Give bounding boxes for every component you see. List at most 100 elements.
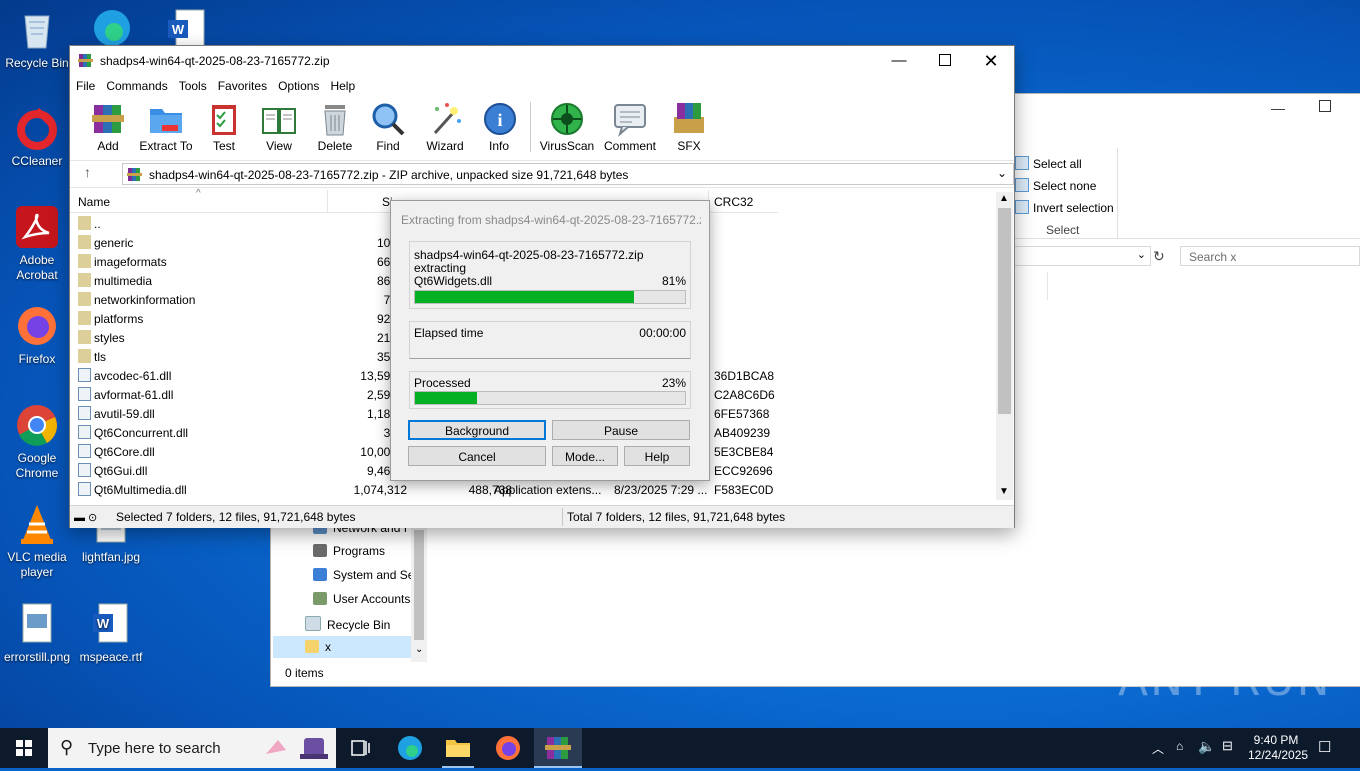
scrollbar-thumb[interactable] xyxy=(998,208,1011,414)
task-view-button[interactable] xyxy=(336,728,384,768)
invert-selection-button[interactable]: Invert selection xyxy=(1015,200,1114,215)
scroll-up-icon[interactable]: ▲ xyxy=(999,193,1009,204)
column-name[interactable]: Name xyxy=(78,195,110,209)
taskbar-edge[interactable] xyxy=(386,728,434,768)
ribbon-bottom-border xyxy=(1011,238,1360,239)
folder-icon xyxy=(78,311,91,325)
menu-help[interactable]: Help xyxy=(324,76,360,93)
magnifier-icon xyxy=(370,101,406,137)
dll-file-icon xyxy=(78,368,91,382)
select-none-button[interactable]: Select none xyxy=(1015,178,1096,193)
scroll-down-icon[interactable]: ⌄ xyxy=(415,644,423,655)
file-list-scrollbar[interactable]: ▲ ▼ xyxy=(996,192,1013,500)
menu-tools[interactable]: Tools xyxy=(173,76,212,93)
nav-user-accounts[interactable]: User Accounts xyxy=(313,592,410,606)
column-divider xyxy=(327,190,328,212)
add-button[interactable]: Add xyxy=(88,101,128,153)
sort-ascending-icon: ^ xyxy=(196,188,201,199)
close-button[interactable]: ✕ xyxy=(968,46,1014,76)
nav-scrollbar[interactable]: ⌄ xyxy=(411,526,427,662)
dll-file-icon xyxy=(78,482,91,496)
test-button[interactable]: Test xyxy=(206,101,242,153)
folder-icon xyxy=(78,235,91,249)
info-icon: i xyxy=(482,101,518,137)
menu-commands[interactable]: Commands xyxy=(100,76,172,93)
taskbar-firefox[interactable] xyxy=(484,728,532,768)
notifications-icon[interactable]: ☐ xyxy=(1318,738,1331,756)
nav-selected-highlight xyxy=(273,636,411,658)
winrar-icon xyxy=(545,737,571,759)
background-button[interactable]: Background xyxy=(408,420,546,440)
up-arrow-icon[interactable]: ↑ xyxy=(84,164,91,180)
menu-options[interactable]: Options xyxy=(272,76,324,93)
menu-favorites[interactable]: Favorites xyxy=(212,76,272,93)
word-desktop-icon[interactable]: W xyxy=(164,8,208,47)
network-icon[interactable]: ⊟ xyxy=(1222,738,1233,754)
select-all-button[interactable]: Select all xyxy=(1015,156,1082,171)
extraction-dialog[interactable]: Extracting from shadps4-win64-qt-2025-08… xyxy=(390,200,710,481)
meet-now-icon[interactable]: ⌂ xyxy=(1176,739,1183,753)
current-file: Qt6Widgets.dll xyxy=(414,274,493,288)
taskbar: ⚲ Type here to search ︿ ⌂ 🔈 ⊟ 9:40 PM 12… xyxy=(0,728,1360,768)
action-label: extracting xyxy=(414,261,467,275)
archive-path-field[interactable]: shadps4-win64-qt-2025-08-23-7165772.zip … xyxy=(122,163,1014,185)
show-hidden-icons[interactable]: ︿ xyxy=(1152,740,1164,757)
explorer-maximize-button[interactable] xyxy=(1319,100,1331,112)
maximize-button[interactable] xyxy=(922,46,968,76)
elapsed-panel: Elapsed time 00:00:00 xyxy=(409,321,691,359)
desktop-icon-chrome[interactable]: Google Chrome xyxy=(0,403,74,481)
programs-icon xyxy=(313,544,327,557)
explorer-search-input[interactable]: Search x xyxy=(1180,246,1360,266)
search-icon: ⚲ xyxy=(60,737,74,757)
nav-folder-x[interactable]: x xyxy=(305,640,331,654)
chevron-down-icon[interactable]: ⌄ xyxy=(997,166,1007,180)
nav-recycle-bin[interactable]: Recycle Bin xyxy=(305,616,390,632)
winrar-titlebar[interactable]: shadps4-win64-qt-2025-08-23-7165772.zip … xyxy=(70,46,1014,76)
cancel-button[interactable]: Cancel xyxy=(408,446,546,466)
taskbar-winrar[interactable] xyxy=(534,728,582,768)
start-button[interactable] xyxy=(0,728,48,768)
dll-file-icon xyxy=(78,406,91,420)
desktop-icon-ccleaner[interactable]: CCleaner xyxy=(0,106,74,169)
help-button[interactable]: Help xyxy=(624,446,690,466)
taskbar-file-explorer[interactable] xyxy=(434,728,482,768)
menu-file[interactable]: File xyxy=(70,76,100,93)
info-button[interactable]: i Info xyxy=(482,101,516,153)
volume-icon[interactable]: 🔈 xyxy=(1198,738,1215,755)
desktop-icon-mspeace[interactable]: W mspeace.rtf xyxy=(74,602,148,665)
clock[interactable]: 9:40 PM 12/24/2025 xyxy=(1248,733,1308,763)
explorer-address-bar[interactable]: ⌄ xyxy=(1011,246,1151,266)
edge-desktop-icon[interactable] xyxy=(88,6,136,46)
explorer-minimize-button[interactable]: — xyxy=(1271,100,1285,116)
list-item[interactable]: Qt6Multimedia.dll 1,074,312 488,738 Applica… xyxy=(70,480,995,499)
desktop-icon-recycle-bin[interactable]: Recycle Bin xyxy=(0,8,74,71)
column-crc32[interactable]: CRC32 xyxy=(714,195,753,209)
processed-label: Processed xyxy=(414,376,471,390)
sfx-button[interactable]: SFX xyxy=(668,101,710,153)
dll-file-icon xyxy=(78,444,91,458)
wizard-button[interactable]: Wizard xyxy=(424,101,466,153)
virusscan-button[interactable]: VirusScan xyxy=(538,101,596,153)
pause-button[interactable]: Pause xyxy=(552,420,690,440)
folder-icon xyxy=(78,330,91,344)
nav-programs[interactable]: Programs xyxy=(313,544,385,558)
minimize-button[interactable]: — xyxy=(876,46,922,76)
nav-system[interactable]: System and Se xyxy=(313,568,414,582)
nav-scrollbar-thumb[interactable] xyxy=(414,530,424,640)
desktop-icon-vlc[interactable]: VLC media player xyxy=(0,502,74,580)
taskbar-search[interactable]: ⚲ Type here to search xyxy=(48,728,336,768)
delete-button[interactable]: Delete xyxy=(314,101,356,153)
desktop-icon-firefox[interactable]: Firefox xyxy=(0,304,74,367)
view-button[interactable]: View xyxy=(258,101,300,153)
desktop-icon-acrobat[interactable]: Adobe Acrobat xyxy=(0,205,74,283)
explorer-status: 0 items xyxy=(285,666,324,680)
extract-to-button[interactable]: Extract To xyxy=(138,101,194,153)
firefox-icon xyxy=(15,304,59,348)
refresh-icon[interactable]: ↻ xyxy=(1153,248,1165,265)
virus-scan-icon xyxy=(549,101,585,137)
desktop-icon-errorstill[interactable]: errorstill.png xyxy=(0,602,74,665)
find-button[interactable]: Find xyxy=(370,101,406,153)
scroll-down-icon[interactable]: ▼ xyxy=(999,486,1009,497)
comment-button[interactable]: Comment xyxy=(600,101,660,153)
mode-button[interactable]: Mode... xyxy=(552,446,618,466)
